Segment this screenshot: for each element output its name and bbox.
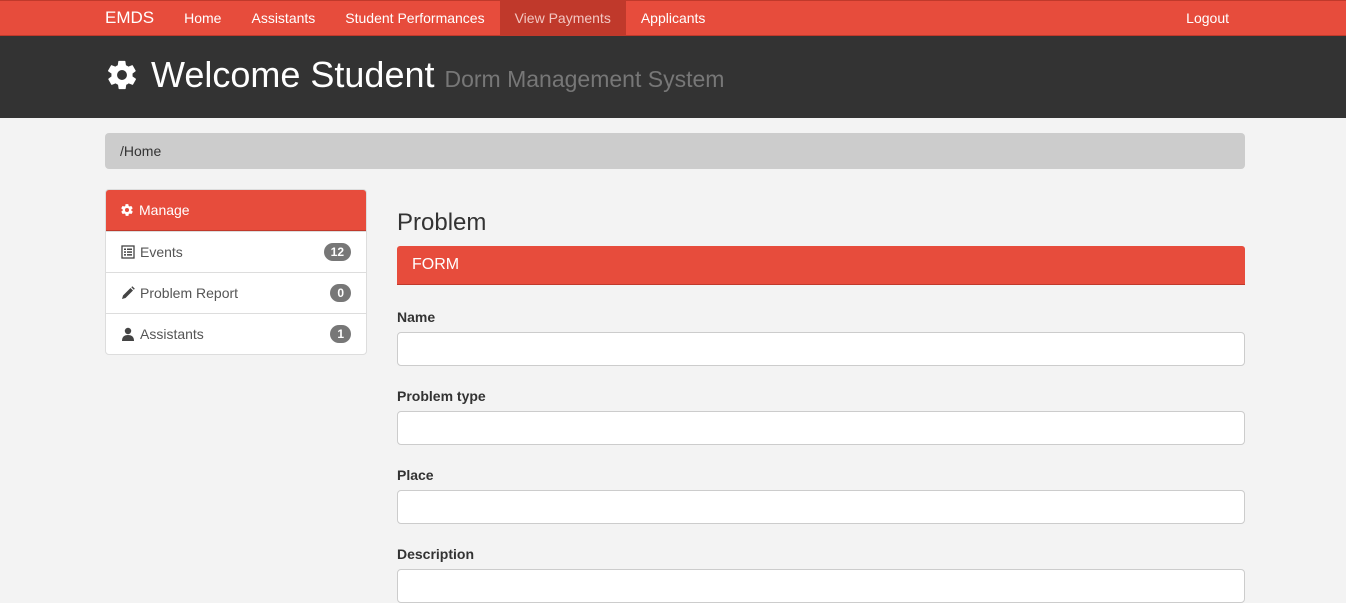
- description-label: Description: [397, 546, 475, 562]
- breadcrumb: /Home: [105, 133, 1245, 169]
- main-content: Problem FORM Name Problem type Place Des…: [397, 200, 1245, 603]
- sidebar-item-events[interactable]: Events 12: [106, 231, 366, 272]
- count-badge: 1: [330, 325, 351, 343]
- nav-item-applicants[interactable]: Applicants: [626, 1, 721, 35]
- description-field[interactable]: [397, 569, 1245, 603]
- user-icon: [122, 327, 134, 341]
- top-navbar: EMDS Home Assistants Student Performance…: [0, 0, 1346, 36]
- sidebar-item-label: Assistants: [140, 326, 204, 342]
- place-field[interactable]: [397, 490, 1245, 524]
- sidebar-panel: Manage Events 12 Problem Report 0 Assist…: [105, 189, 367, 355]
- list-icon: [121, 245, 135, 259]
- brand-link[interactable]: EMDS: [90, 1, 169, 35]
- problem-type-label: Problem type: [397, 388, 486, 404]
- sidebar-heading-manage[interactable]: Manage: [106, 190, 366, 231]
- name-field[interactable]: [397, 332, 1245, 366]
- place-label: Place: [397, 467, 434, 483]
- navbar-inner: EMDS Home Assistants Student Performance…: [90, 1, 1244, 35]
- nav-item-student-performances[interactable]: Student Performances: [330, 1, 499, 35]
- sidebar-heading-label: Manage: [139, 202, 190, 218]
- gear-icon: [108, 60, 136, 90]
- section-title: Problem: [397, 209, 487, 236]
- breadcrumb-home[interactable]: /Home: [120, 143, 161, 159]
- logout-link[interactable]: Logout: [1171, 1, 1244, 35]
- header-title-group: Welcome Student Dorm Management System: [105, 54, 724, 96]
- nav-item-home[interactable]: Home: [169, 1, 236, 35]
- page-header: Welcome Student Dorm Management System: [0, 36, 1346, 118]
- form-panel-header: FORM: [397, 246, 1245, 285]
- gear-icon: [121, 204, 133, 216]
- sidebar-item-assistants[interactable]: Assistants 1: [106, 313, 366, 354]
- sidebar-item-problem-report[interactable]: Problem Report 0: [106, 272, 366, 313]
- nav-item-assistants[interactable]: Assistants: [236, 1, 330, 35]
- sidebar-item-label: Events: [140, 244, 183, 260]
- count-badge: 12: [323, 243, 351, 261]
- nav-item-view-payments[interactable]: View Payments: [499, 1, 626, 35]
- sidebar-item-label: Problem Report: [140, 285, 239, 301]
- name-label: Name: [397, 309, 436, 325]
- pencil-icon: [122, 286, 135, 299]
- page-subtitle: Dorm Management System: [444, 66, 725, 92]
- page-title: Welcome Student: [151, 54, 435, 95]
- problem-type-field[interactable]: [397, 411, 1245, 445]
- count-badge: 0: [330, 284, 351, 302]
